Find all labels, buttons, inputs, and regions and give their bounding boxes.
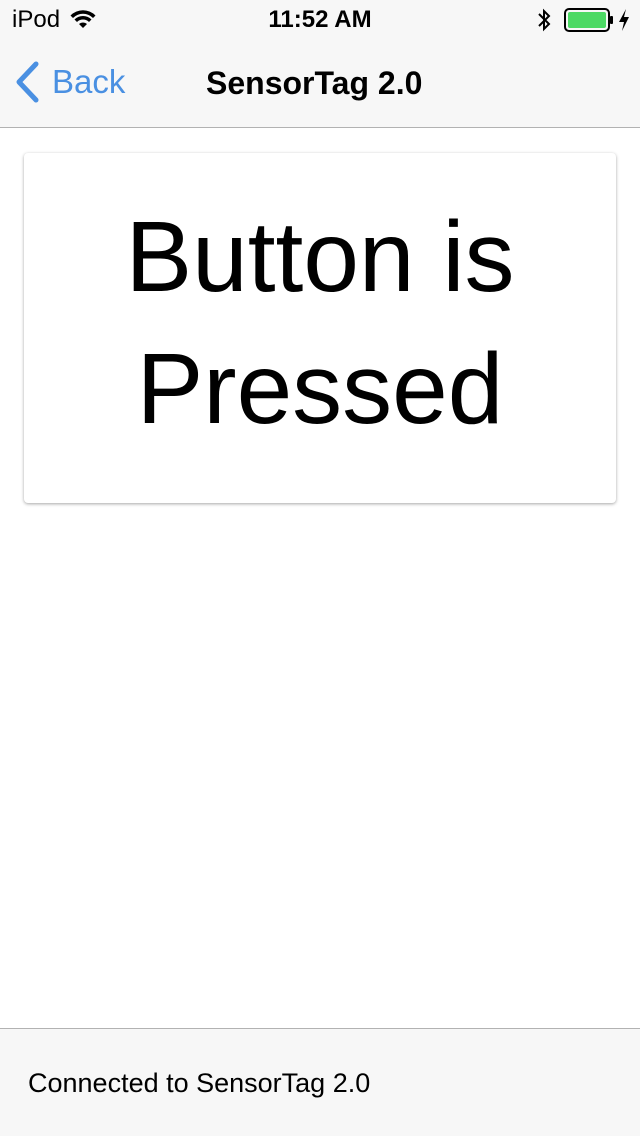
- charging-bolt-icon: [619, 9, 629, 31]
- button-status-text: Button is Pressed: [125, 201, 515, 445]
- app-screen: iPod 11:52 AM Back SensorTag 2.0 Button …: [0, 0, 640, 1136]
- connection-footer: Connected to SensorTag 2.0: [0, 1028, 640, 1136]
- button-status-card: Button is Pressed: [24, 153, 616, 503]
- navigation-bar: Back SensorTag 2.0: [0, 40, 640, 128]
- status-right: [536, 7, 630, 33]
- battery-icon: [564, 8, 613, 32]
- chevron-left-icon: [16, 61, 39, 103]
- status-bar: iPod 11:52 AM: [0, 0, 640, 40]
- connection-status: Connected to SensorTag 2.0: [28, 1068, 371, 1098]
- back-button-label: Back: [52, 63, 126, 100]
- bluetooth-icon: [538, 8, 551, 32]
- page-title: SensorTag 2.0: [206, 65, 423, 101]
- back-button[interactable]: Back: [14, 58, 125, 106]
